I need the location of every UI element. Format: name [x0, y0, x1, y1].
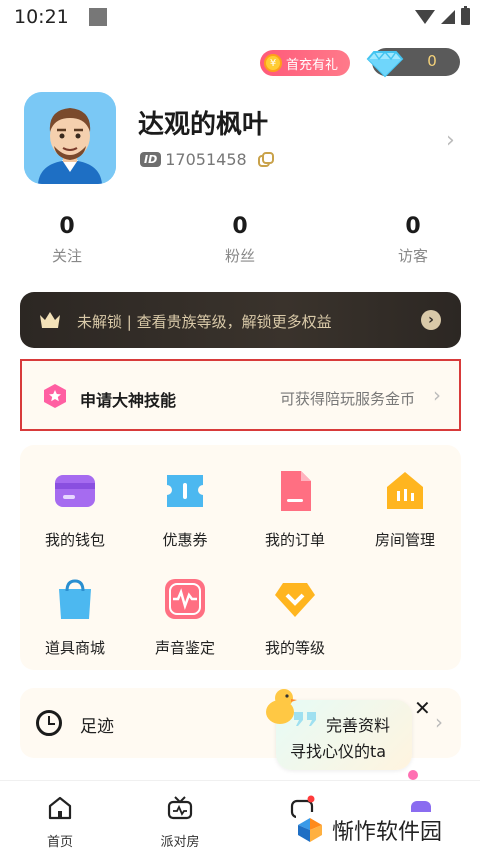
grid-item-room[interactable]: 房间管理 [350, 469, 460, 550]
tab-party-room[interactable]: 派对房 [140, 795, 220, 850]
first-recharge-badge[interactable]: ¥ 首充有礼 [260, 50, 351, 76]
shop-bag-icon [59, 579, 91, 619]
avatar[interactable] [24, 92, 116, 184]
signal-icon [441, 9, 455, 24]
duck-mascot-icon [266, 689, 297, 724]
grid-item-coupon[interactable]: 优惠券 [130, 469, 240, 550]
stat-label: 访客 [397, 247, 428, 265]
grid-item-level[interactable]: 我的等级 [240, 577, 350, 658]
status-icons [415, 6, 470, 25]
stat-value: 0 [59, 214, 75, 239]
copy-icon[interactable] [257, 151, 275, 169]
battery-icon [461, 6, 470, 25]
grid-item-orders[interactable]: 我的订单 [240, 469, 350, 550]
diamond-icon [366, 50, 404, 78]
grid-item-wallet[interactable]: 我的钱包 [20, 469, 130, 550]
bubble-close-icon[interactable]: ✕ [414, 696, 431, 720]
crown-icon [40, 312, 60, 328]
stat-following[interactable]: 0 关注 [17, 214, 117, 266]
id-badge: ID [140, 152, 162, 167]
wallet-icon [55, 475, 95, 507]
watermark: 惭怍软件园 [296, 812, 457, 848]
user-id-row: ID 17051458 [140, 150, 275, 169]
coin-icon: ¥ [264, 54, 282, 72]
grid-label: 房间管理 [374, 531, 435, 549]
chevron-right-icon: › [435, 710, 443, 734]
wifi-icon [415, 9, 435, 24]
first-recharge-label: 首充有礼 [286, 57, 339, 73]
noble-arrow-icon: › [421, 310, 441, 330]
home-icon [48, 796, 72, 820]
bubble-line2: 寻找心仪的ta [290, 742, 387, 761]
grid-label: 声音鉴定 [154, 639, 215, 657]
grid-label: 我的等级 [264, 639, 325, 657]
grid-item-shop[interactable]: 道具商城 [20, 577, 130, 658]
chevron-right-icon: › [433, 383, 441, 407]
stat-value: 0 [232, 214, 248, 239]
stat-label: 关注 [51, 247, 82, 265]
status-time: 10:21 [14, 6, 69, 28]
stats-row: 0 关注 0 粉丝 0 访客 [0, 214, 480, 274]
noble-banner[interactable]: 未解锁 | 查看贵族等级，解锁更多权益 › [20, 292, 461, 348]
room-icon [387, 472, 423, 509]
bubble-pointer-dot [408, 770, 418, 780]
stat-visitors[interactable]: 0 访客 [363, 214, 463, 266]
grid-label: 道具商城 [44, 639, 105, 657]
star-badge-icon [44, 384, 66, 408]
level-icon [275, 583, 315, 617]
notification-icon [88, 8, 107, 26]
watermark-logo-icon [298, 818, 322, 842]
noble-banner-text: 未解锁 | 查看贵族等级，解锁更多权益 [77, 313, 332, 331]
grid-label: 优惠券 [162, 531, 208, 549]
grid-item-voice[interactable]: 声音鉴定 [130, 577, 240, 658]
avatar-illustration [24, 92, 116, 184]
clock-icon [36, 710, 62, 736]
stat-fans[interactable]: 0 粉丝 [190, 214, 290, 266]
apply-skill-subtitle: 可获得陪玩服务金币 [280, 390, 416, 408]
tab-home[interactable]: 首页 [20, 795, 100, 850]
stat-value: 0 [405, 214, 421, 239]
tab-label: 首页 [46, 835, 73, 850]
apply-skill-title: 申请大神技能 [80, 391, 177, 410]
apply-skill-row[interactable]: 申请大神技能 可获得陪玩服务金币 › [20, 359, 461, 431]
grid-label: 我的钱包 [44, 531, 105, 549]
grid-label: 我的订单 [264, 531, 325, 549]
order-icon [281, 471, 311, 511]
watermark-text: 惭怍软件园 [332, 820, 443, 845]
user-id-number: 17051458 [165, 150, 247, 169]
voice-icon [165, 579, 205, 619]
diamond-count: 0 [427, 52, 437, 70]
bubble-line1: 完善资料 [326, 716, 391, 735]
coupon-icon [167, 475, 203, 507]
footprint-label: 足迹 [80, 717, 114, 737]
username: 达观的枫叶 [138, 110, 269, 140]
profile-chevron-icon[interactable]: › [446, 128, 455, 153]
tv-icon [167, 796, 193, 820]
tab-label: 派对房 [160, 835, 200, 850]
status-bar: 10:21 [0, 0, 480, 34]
function-grid: 我的钱包 优惠券 我的订单 房间管理 道具商城 声音鉴定 我的等级 [20, 445, 461, 670]
stat-label: 粉丝 [224, 247, 255, 265]
